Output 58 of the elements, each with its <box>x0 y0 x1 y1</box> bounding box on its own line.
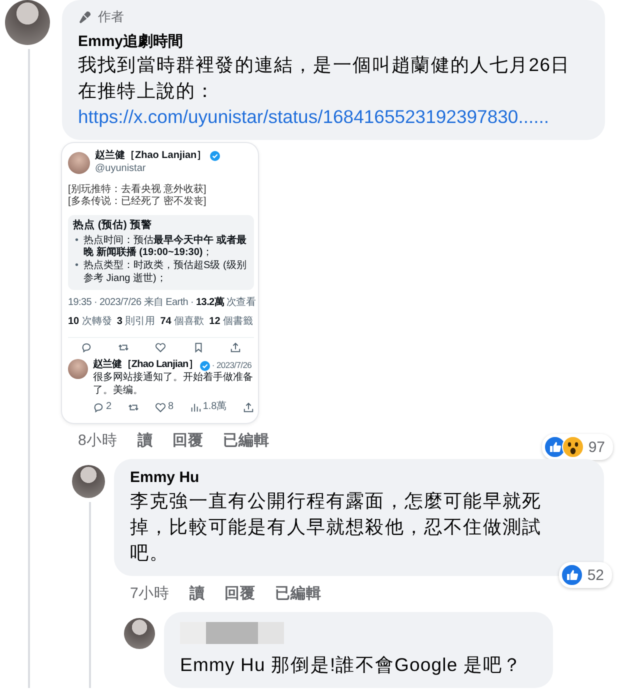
bullet-text: 热点类型：时政类，预估超S级 (级别参考 Jiang 逝世)； <box>84 260 248 286</box>
comment-text: 我找到當時群裡發的連結，是一個叫趙蘭健的人七月26日在推特上說的： <box>78 53 572 103</box>
tweet-stat: 10 次轉發 <box>68 316 112 328</box>
tweet-author-name: 赵兰健［Zhao Lanjian］ <box>95 150 207 163</box>
reply-date: · 2023/7/26 <box>212 360 252 372</box>
verified-badge-icon <box>210 151 220 162</box>
retweet-icon <box>118 342 130 354</box>
action-link[interactable]: 已編輯 <box>223 431 270 451</box>
reply-author-name: 赵兰健［Zhao Lanjian］ <box>93 359 198 372</box>
tweet-text-line: [别玩推特：去看央视 意外收获] <box>68 184 208 196</box>
tweet-stat: 3 則引用 <box>116 316 156 328</box>
author-name[interactable]: Emmy追劇時間 <box>78 32 587 52</box>
views-icon <box>190 402 201 413</box>
action-link[interactable]: 讀 <box>137 431 153 451</box>
tweet-handle: @uyunistar <box>95 162 147 176</box>
bullet-text: 热点时间：预估最早今天中午 或者最晚 新闻联播 (19:00~19:30)； <box>84 234 248 260</box>
action-link[interactable]: 回覆 <box>172 431 204 451</box>
bookmark-icon <box>192 342 204 354</box>
share-icon <box>230 342 241 354</box>
action-link[interactable]: 讀 <box>189 584 205 604</box>
retweet-icon <box>128 402 139 413</box>
comment-text: Emmy Hu 那倒是!誰不會Google 是吧？ <box>180 653 524 677</box>
timestamp[interactable]: 8小時 <box>78 431 118 451</box>
like-count: 8 <box>168 400 174 414</box>
avatar <box>68 359 88 380</box>
verified-badge-icon <box>200 360 210 371</box>
bullet-marker: • <box>74 260 79 274</box>
like-icon <box>561 564 584 586</box>
tweet-text-line: [多条传说：已经死了 密不发丧] <box>68 196 208 210</box>
avatar <box>68 152 90 174</box>
avatar[interactable] <box>5 0 50 45</box>
author-name[interactable]: Emmy Hu <box>130 468 564 488</box>
reaction-summary[interactable]: 52 <box>559 562 612 588</box>
heart-icon <box>155 342 166 354</box>
reaction-summary[interactable]: 97 <box>542 434 613 460</box>
action-link[interactable]: 回覆 <box>224 584 256 604</box>
wow-emoji-icon <box>562 436 584 458</box>
action-link[interactable]: 已編輯 <box>275 584 322 604</box>
tweet-screenshot[interactable] <box>62 143 258 423</box>
comment-icon <box>81 342 92 354</box>
reply-text: 很多网站接通知了。开始着手做准备了。美编。 <box>93 372 254 398</box>
author-label: 作者 <box>98 8 124 26</box>
comment-icon <box>93 402 104 413</box>
reply-count: 2 <box>106 400 112 414</box>
microphone-icon <box>78 10 92 24</box>
timestamp[interactable]: 7小時 <box>130 584 170 604</box>
tweet-stat: 74 個喜歡 <box>160 316 204 328</box>
avatar[interactable] <box>72 465 105 498</box>
heart-icon <box>155 402 166 413</box>
link[interactable]: https://x.com/uyunistar/status/1684165523192397830...... <box>78 106 550 127</box>
share-icon <box>242 402 254 413</box>
tweet-stat: 12 個書籤 <box>209 316 254 328</box>
bullet-marker: • <box>74 234 79 248</box>
tweet-meta: 19:35 · 2023/7/26 来自 Earth · 13.2萬 次查看 <box>68 296 254 310</box>
avatar[interactable] <box>124 618 155 649</box>
view-count: 1.8萬 <box>202 400 227 414</box>
box-title: 热点 (预估) 预警 <box>73 219 153 233</box>
comment-text: 李克強一直有公開行程有露面，怎麼可能早就死掉，比較可能是有人早就想殺他，忍不住做測試吧。 <box>130 489 543 565</box>
